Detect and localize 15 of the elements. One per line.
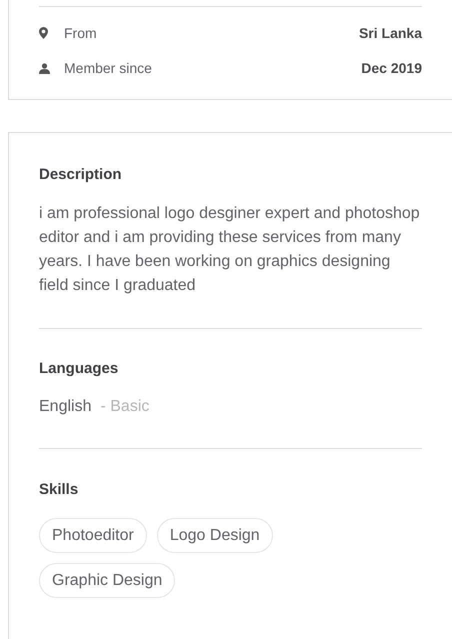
skill-tag: Photoeditor bbox=[39, 518, 147, 553]
skill-tag: Logo Design bbox=[156, 518, 273, 553]
language-name: English bbox=[39, 397, 92, 417]
map-pin-icon bbox=[39, 27, 48, 39]
info-value: Dec 2019 bbox=[361, 58, 422, 78]
section-heading: Skills bbox=[39, 480, 80, 500]
skill-tag: Graphic Design bbox=[39, 563, 176, 598]
description-text: i am professional logo desginer expert and photoshop editor and i am providing these services from many years. I have been working on graphics designing field since I graduated bbox=[39, 204, 421, 296]
section-heading: Description bbox=[39, 165, 123, 185]
user-icon bbox=[39, 62, 50, 74]
info-label: From bbox=[64, 24, 97, 42]
language-level: - Basic bbox=[100, 397, 150, 417]
info-label: Member since bbox=[64, 58, 152, 78]
info-value: Sri Lanka bbox=[358, 24, 422, 42]
section-heading: Languages bbox=[39, 359, 120, 379]
